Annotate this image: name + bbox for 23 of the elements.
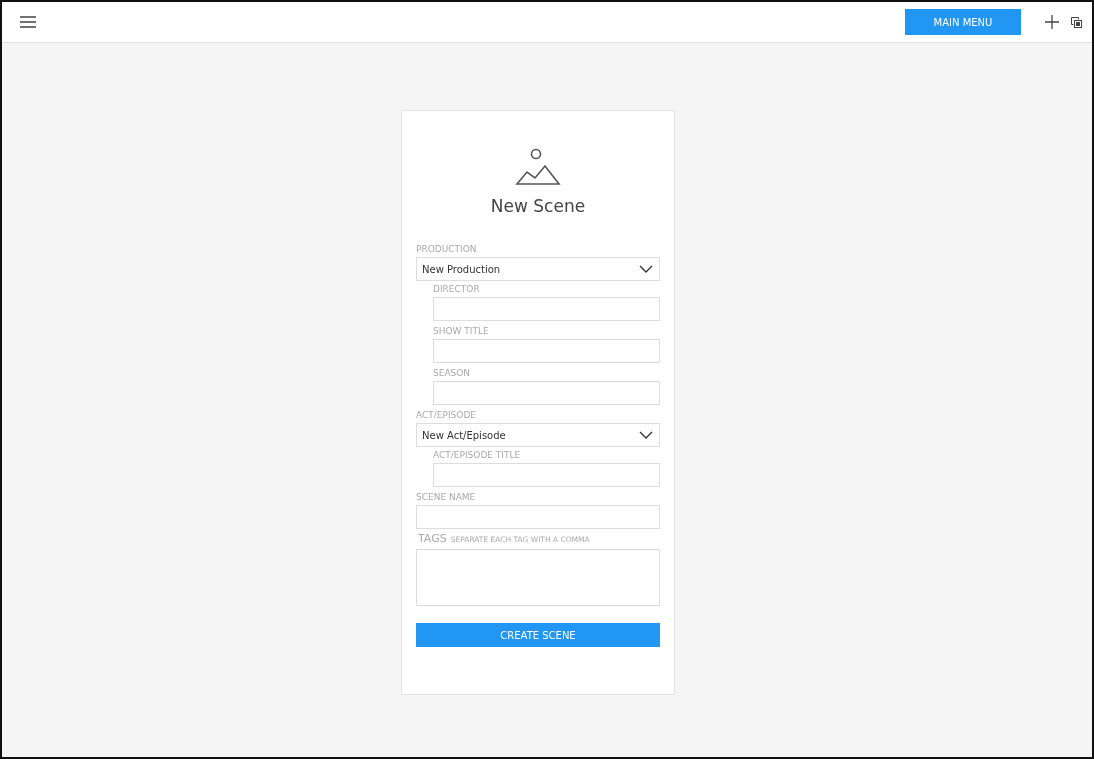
field-label: PRODUCTION [416, 244, 477, 254]
chevron-down-icon [639, 265, 653, 273]
tags-field[interactable] [416, 549, 660, 606]
text-field[interactable] [433, 339, 660, 363]
field-label: ACT/EPISODE [416, 410, 476, 420]
field-label: DIRECTOR [433, 284, 480, 294]
landscape-icon [515, 148, 561, 186]
field-label: SHOW TITLE [433, 326, 489, 336]
text-field[interactable] [433, 381, 660, 405]
dropdown-field[interactable]: New Act/Episode [416, 423, 660, 447]
field-label: ACT/EPISODE TITLE [433, 450, 521, 460]
text-field[interactable] [416, 505, 660, 529]
form-title: New Scene [490, 196, 586, 216]
dropdown-field[interactable]: New Production [416, 257, 660, 281]
text-field[interactable] [433, 463, 660, 487]
field-label: TAGS [418, 532, 447, 545]
chevron-down-icon [639, 431, 653, 439]
copy-icon[interactable] [1071, 16, 1082, 28]
field-label: SCENE NAME [416, 492, 476, 502]
add-icon[interactable] [1045, 15, 1059, 29]
field-label: SEASON [433, 368, 471, 378]
menu-icon[interactable] [20, 16, 36, 28]
text-field[interactable] [433, 297, 660, 321]
